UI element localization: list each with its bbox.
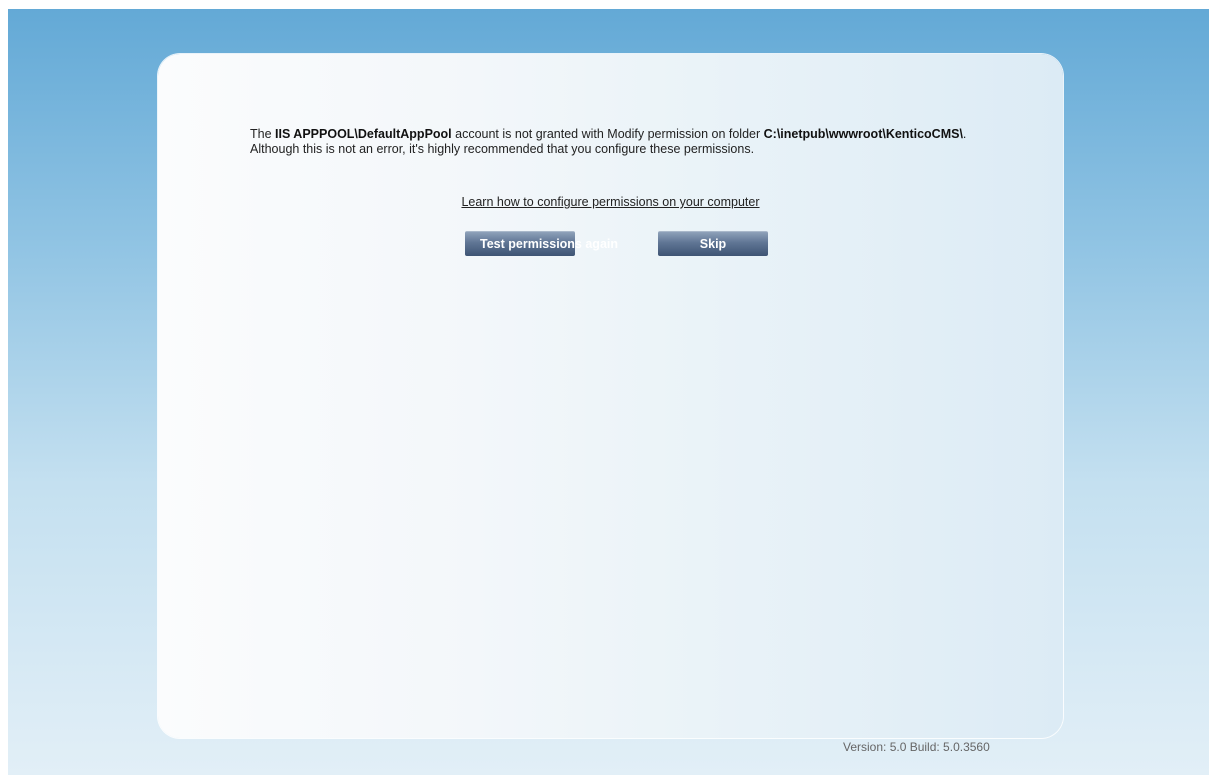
message-prefix: The	[250, 127, 276, 141]
content-panel: The IIS APPPOOL\DefaultAppPool account i…	[158, 54, 1063, 738]
permission-warning-message: The IIS APPPOOL\DefaultAppPool account i…	[250, 127, 970, 157]
version-info: Version: 5.0 Build: 5.0.3560	[843, 740, 990, 754]
message-middle: account is not granted with Modify permi…	[451, 127, 764, 141]
account-name: IIS APPPOOL\DefaultAppPool	[275, 127, 452, 141]
configure-permissions-link[interactable]: Learn how to configure permissions on yo…	[158, 195, 1063, 209]
skip-button[interactable]: Skip	[658, 231, 768, 256]
test-permissions-again-button[interactable]: Test permissions again	[465, 231, 618, 256]
page-background: The IIS APPPOOL\DefaultAppPool account i…	[8, 9, 1209, 775]
folder-path: C:\inetpub\wwwroot\KenticoCMS\	[763, 127, 963, 141]
